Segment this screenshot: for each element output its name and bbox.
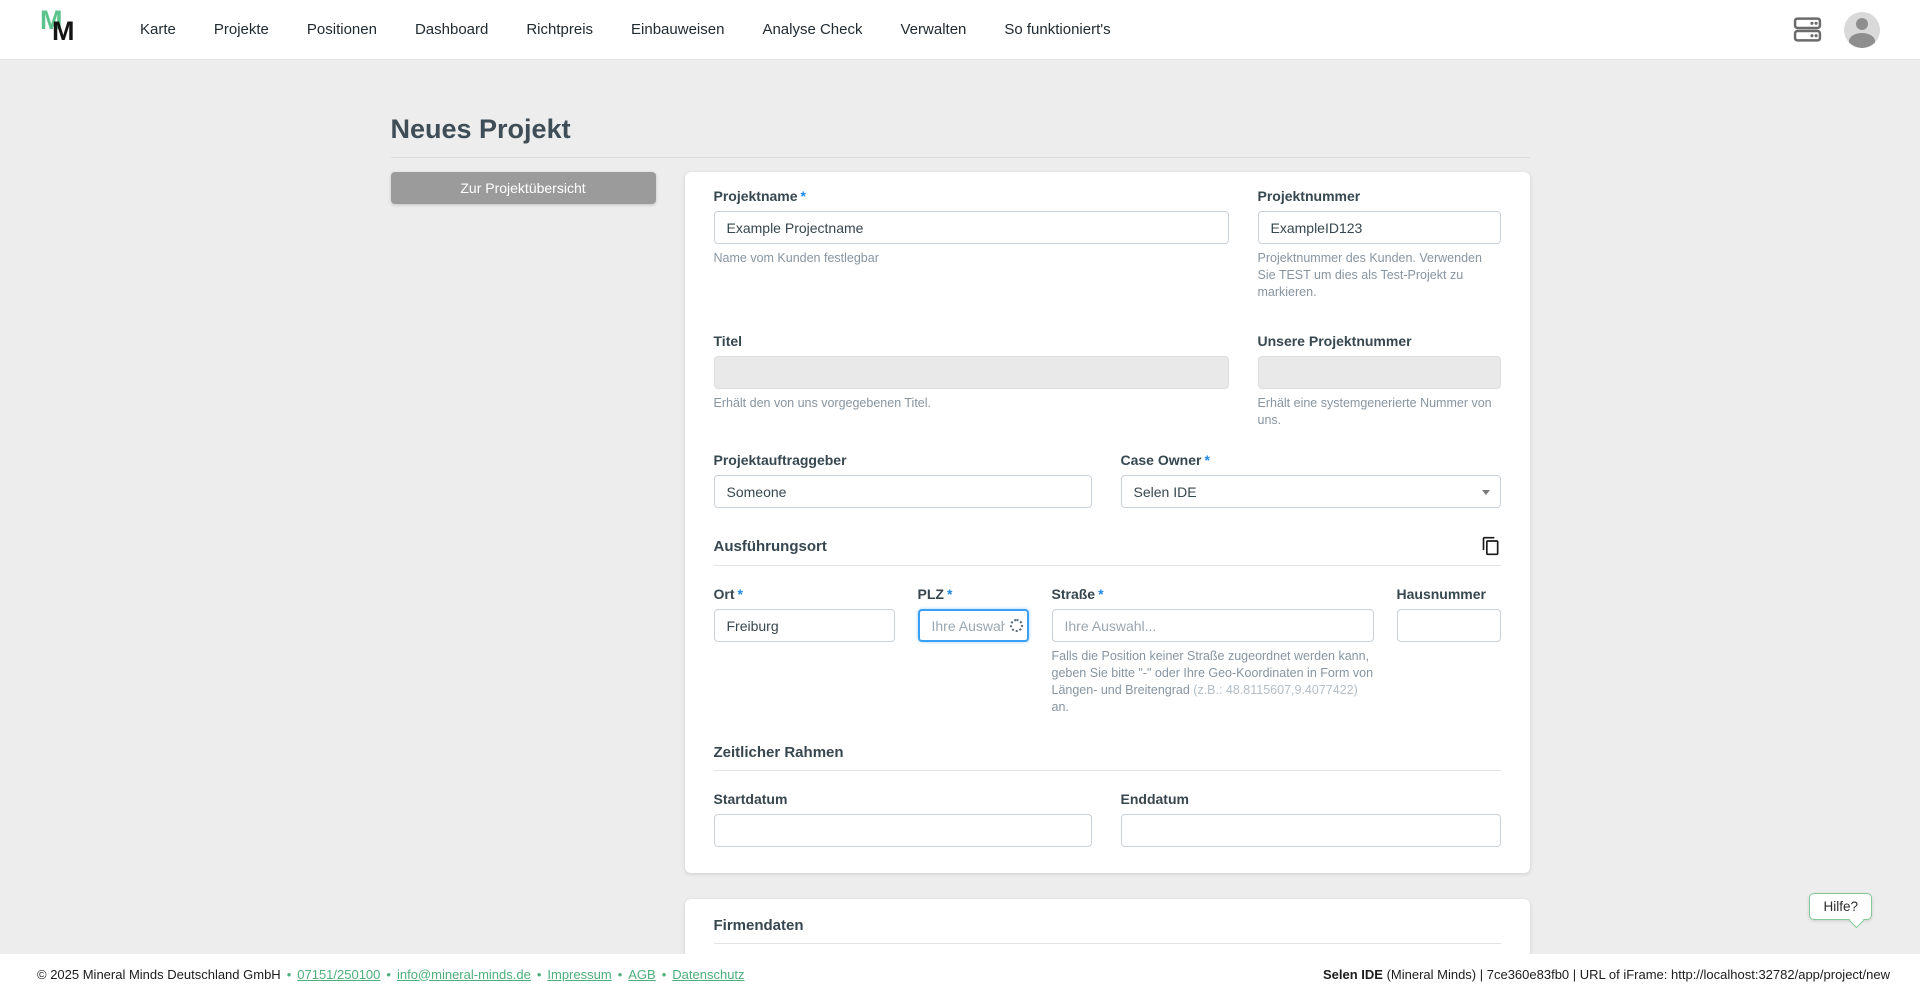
hausnummer-label: Hausnummer [1396,586,1486,603]
startdatum-field: Startdatum [713,790,1092,847]
required-asterisk: * [946,586,953,603]
projektnummer-hint: Projektnummer des Kunden. Verwenden Sie … [1257,251,1482,299]
section-divider [713,565,1501,567]
left-column: Zur Projektübersicht [390,172,656,204]
projektname-label: Projektname * [713,188,807,204]
nav-item-karte[interactable]: Karte [140,21,176,38]
titel-field: Titel Erhält den von uns vorgegebenen Ti… [713,332,1229,412]
project-form-card: Projektname* Name vom Kunden festlegbar … [684,172,1530,873]
unsere-projektnummer-hint: Erhält eine systemgenerierte Nummer von … [1257,395,1492,427]
copy-address-button[interactable] [1481,536,1501,556]
projektname-input[interactable] [713,211,1229,244]
page-content: Neues Projekt Zur Projektübersicht Proje… [390,60,1530,994]
session-user: Selen IDE [1322,966,1383,982]
back-to-projects-button[interactable]: Zur Projektübersicht [390,172,656,204]
top-navigation-bar: M M Karte Projekte Positionen Dashboard … [0,0,1920,60]
projektauftraggeber-input[interactable] [713,475,1092,509]
nav-item-verwalten[interactable]: Verwalten [901,21,967,38]
nav-item-richtpreis[interactable]: Richtpreis [526,21,593,38]
plz-field: PLZ * [917,586,1029,643]
session-details: (Mineral Minds) | 7ce360e83fb0 | URL of … [1382,966,1890,982]
hausnummer-field: Hausnummer [1396,586,1501,643]
main-nav: Karte Projekte Positionen Dashboard Rich… [140,21,1793,38]
impressum-link[interactable]: Impressum [547,967,611,982]
brand-logo[interactable]: M M [40,5,88,53]
case-owner-label: Case Owner * [1120,452,1210,469]
section-divider [713,769,1501,771]
required-asterisk: * [1098,586,1104,603]
server-icon[interactable] [1793,16,1822,43]
firmendaten-section-title: Firmendaten [713,916,804,934]
ausfuehrungsort-section-title: Ausführungsort [713,537,827,555]
required-asterisk: * [1204,452,1210,469]
nav-item-so-funktionierts[interactable]: So funktioniert's [1004,21,1110,38]
enddatum-label: Enddatum [1120,790,1189,807]
email-link[interactable]: info@mineral-minds.de [397,967,531,982]
case-owner-field: Case Owner * Selen IDE [1120,452,1501,509]
projektauftraggeber-label: Projektauftraggeber [713,452,847,469]
ausfuehrungsort-section-header: Ausführungsort [714,536,1501,556]
enddatum-field: Enddatum [1120,790,1501,847]
nav-item-analyse-check[interactable]: Analyse Check [762,21,862,38]
strasse-hint: Falls die Position keiner Straße zugeord… [1051,649,1374,714]
agb-link[interactable]: AGB [628,967,655,982]
enddatum-input[interactable] [1120,813,1501,847]
footer-company-info: © 2025 Mineral Minds Deutschland GmbH • … [37,966,745,982]
copy-icon [1482,537,1498,556]
strasse-input[interactable] [1051,609,1374,643]
projektnummer-label: Projektnummer [1257,188,1361,204]
projektnummer-input[interactable] [1257,211,1501,244]
avatar-head-shape [1856,17,1868,30]
page-footer: © 2025 Mineral Minds Deutschland GmbH • … [0,954,1920,994]
logo-letter-black: M [52,15,74,46]
phone-link[interactable]: 07151/250100 [297,967,380,982]
titel-label: Titel [713,332,743,349]
help-button[interactable]: Hilfe? [1809,893,1872,928]
titel-input [713,355,1229,389]
plz-label: PLZ * [917,586,953,603]
unsere-projektnummer-field: Unsere Projektnummer Erhält eine systemg… [1257,332,1501,429]
nav-item-dashboard[interactable]: Dashboard [415,21,488,38]
title-divider [390,157,1530,158]
projektname-hint: Name vom Kunden festlegbar [713,251,879,265]
datenschutz-link[interactable]: Datenschutz [672,967,744,982]
user-avatar[interactable] [1844,11,1880,48]
zeitlicher-rahmen-section-header: Zeitlicher Rahmen [714,744,1501,761]
startdatum-label: Startdatum [713,790,788,807]
projektauftraggeber-field: Projektauftraggeber [713,452,1092,509]
avatar-body-shape [1849,32,1875,48]
nav-item-einbauweisen[interactable]: Einbauweisen [631,21,724,38]
strasse-field: Straße* Falls die Position keiner Straße… [1051,586,1374,716]
firmendaten-section-header: Firmendaten [714,917,1501,934]
nav-item-projekte[interactable]: Projekte [214,21,269,38]
unsere-projektnummer-input [1257,355,1501,389]
required-asterisk: * [737,586,743,603]
case-owner-select[interactable]: Selen IDE [1120,475,1501,509]
required-asterisk: * [800,188,806,204]
copyright-text: © 2025 Mineral Minds Deutschland GmbH [37,966,281,982]
ort-field: Ort * [713,586,895,643]
nav-item-positionen[interactable]: Positionen [307,21,377,38]
unsere-projektnummer-label: Unsere Projektnummer [1257,332,1412,349]
help-button-label: Hilfe? [1823,899,1858,914]
ort-input[interactable] [713,609,895,643]
page-title: Neues Projekt [390,114,571,144]
strasse-label: Straße * [1051,586,1104,603]
session-info: Selen IDE (Mineral Minds) | 7ce360e83fb0… [1323,967,1890,982]
ort-label: Ort * [713,586,743,603]
topbar-actions [1793,11,1880,48]
startdatum-input[interactable] [713,813,1092,847]
section-divider [713,942,1501,944]
projektnummer-field: Projektnummer Projektnummer des Kunden. … [1257,188,1501,301]
projektname-field: Projektname* Name vom Kunden festlegbar [713,188,1229,267]
hausnummer-input[interactable] [1396,609,1501,643]
loading-spinner-icon [1009,619,1023,633]
case-owner-selected-value: Selen IDE [1133,483,1197,500]
zeitlicher-rahmen-section-title: Zeitlicher Rahmen [713,743,844,761]
chevron-down-icon [1481,490,1490,496]
speech-bubble-tail [1848,912,1865,928]
titel-hint: Erhält den von uns vorgegebenen Titel. [713,395,932,410]
